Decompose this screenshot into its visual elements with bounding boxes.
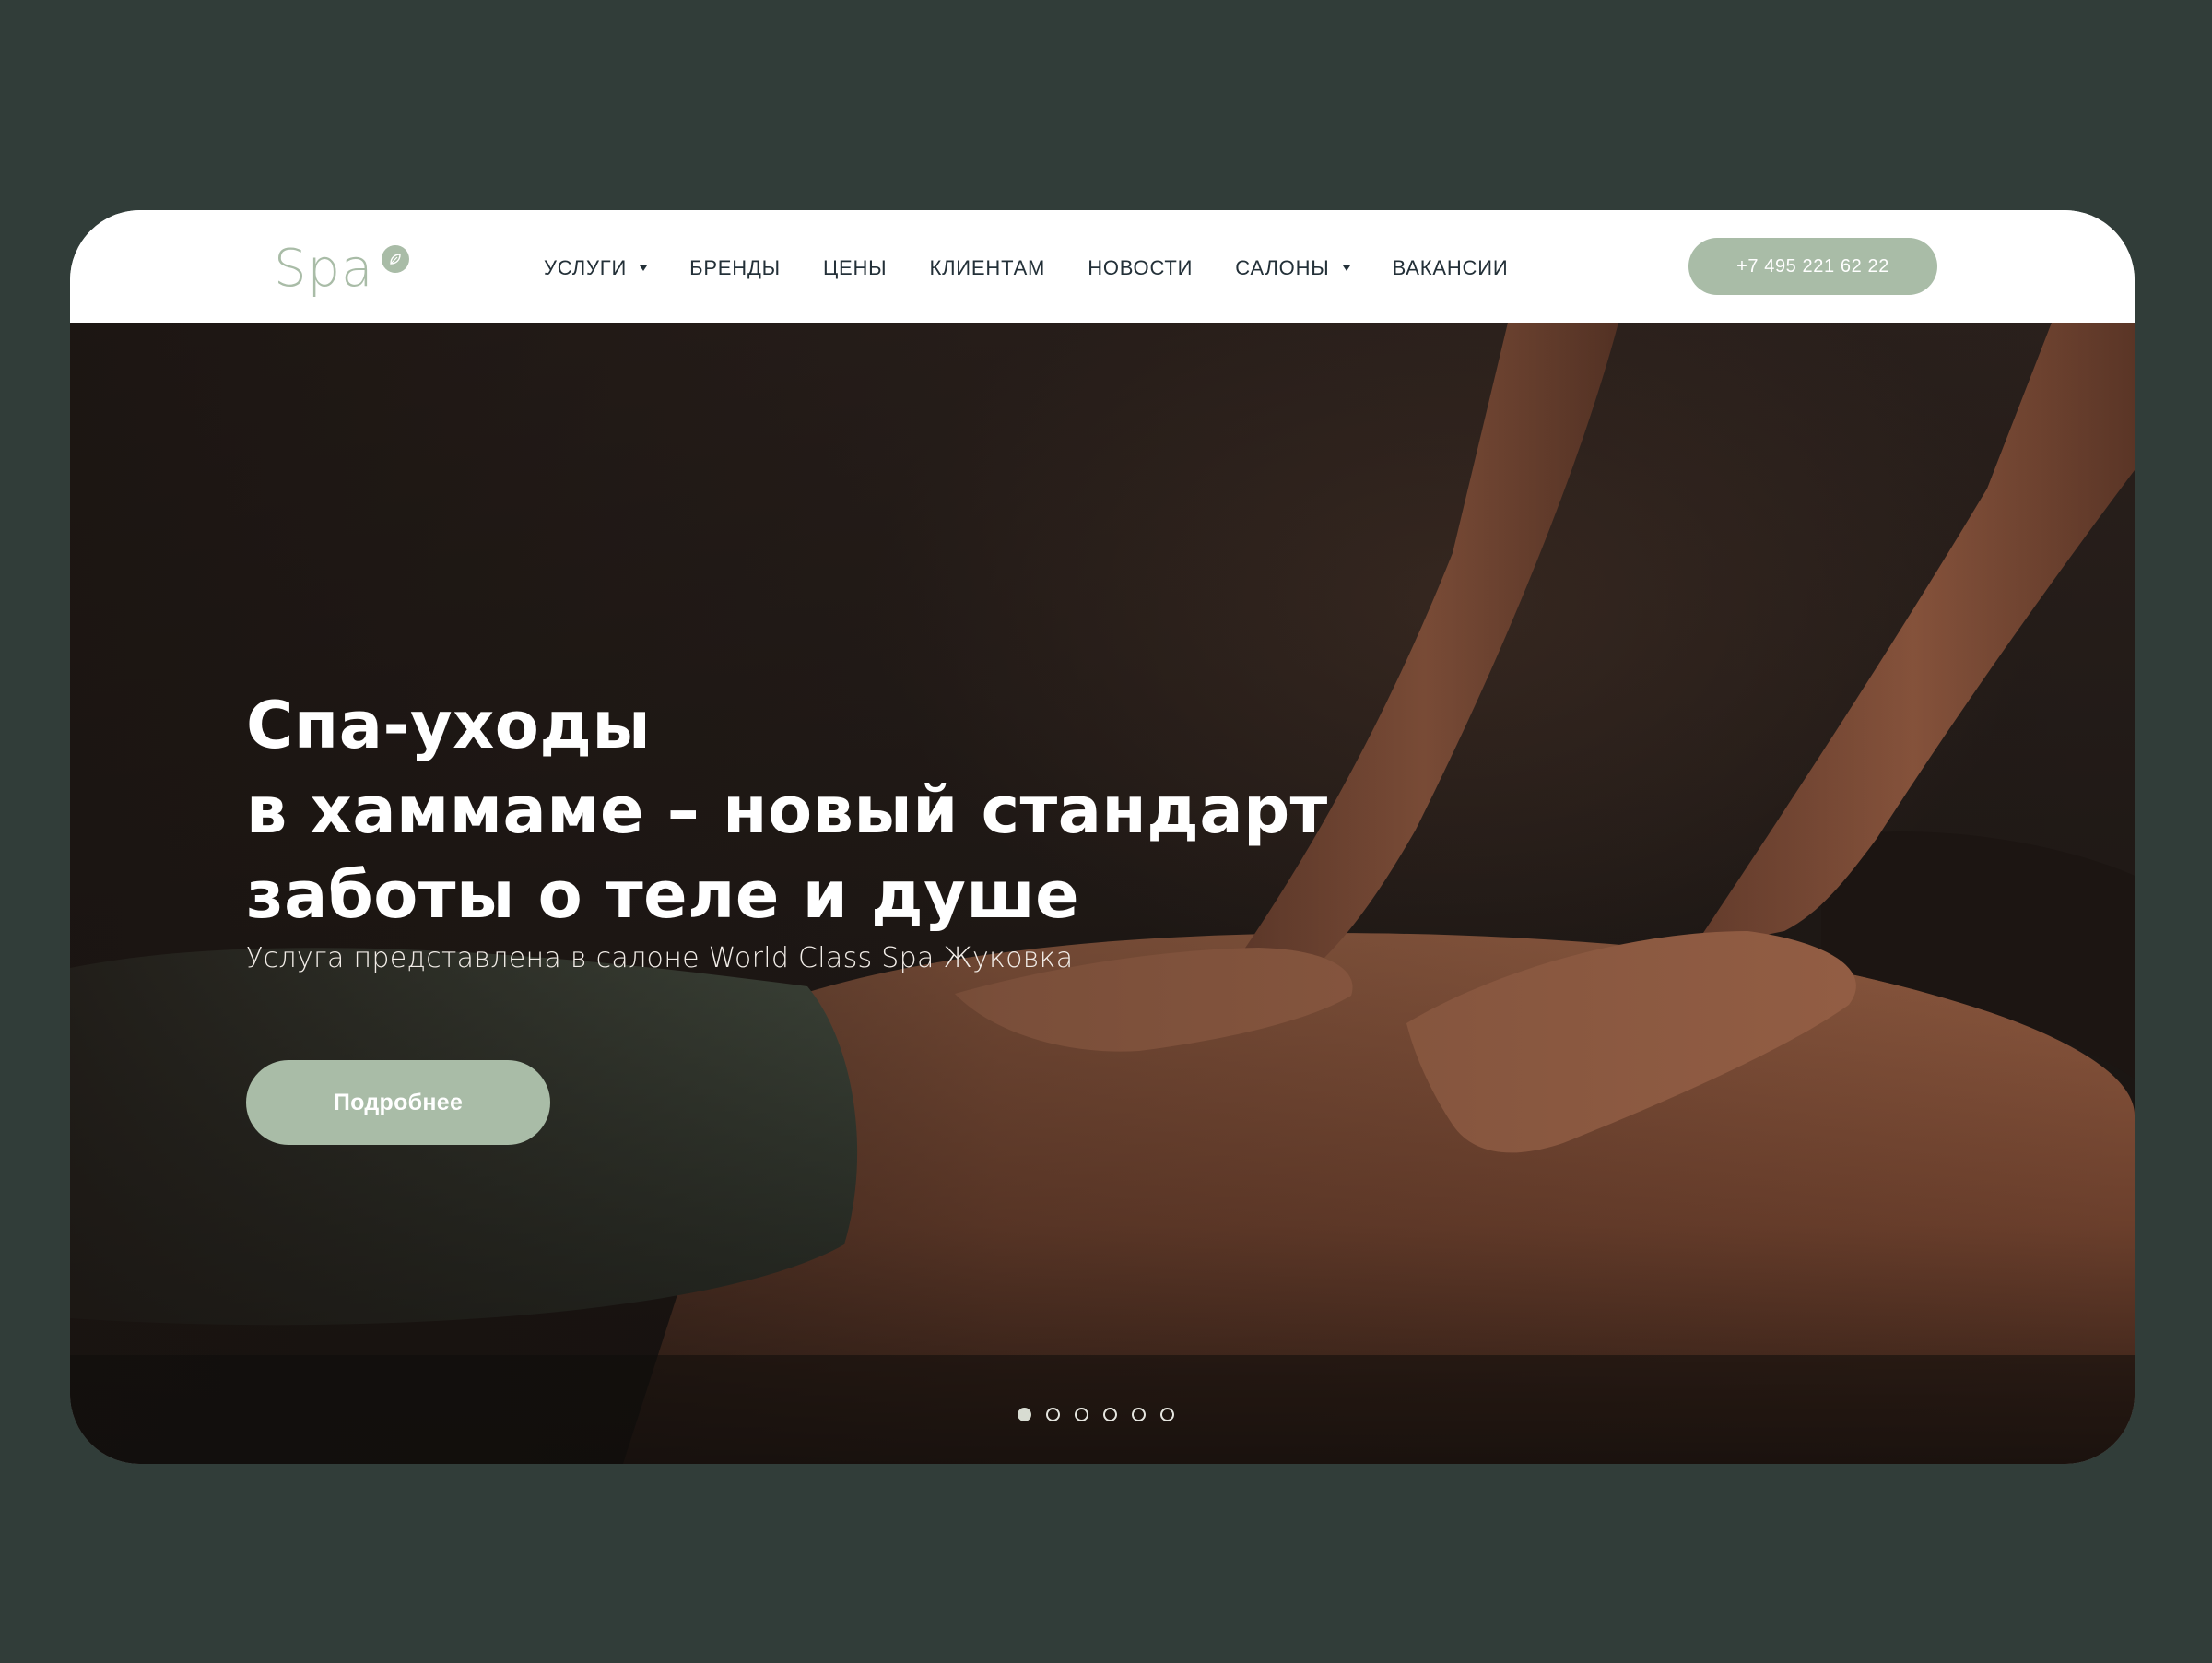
- nav-item-label: ЦЕНЫ: [822, 256, 888, 279]
- nav-item-brands[interactable]: БРЕНДЫ: [689, 256, 781, 280]
- nav-item-news[interactable]: НОВОСТИ: [1088, 256, 1193, 280]
- nav-item-services[interactable]: УСЛУГИ: [544, 256, 648, 280]
- logo[interactable]: Spa: [274, 232, 409, 306]
- nav-item-label: ВАКАНСИИ: [1392, 256, 1509, 279]
- hero-subtitle: Услуга представлена в салоне World Class…: [246, 942, 1074, 974]
- nav-item-label: БРЕНДЫ: [689, 256, 781, 279]
- nav-item-prices[interactable]: ЦЕНЫ: [823, 256, 888, 280]
- slider-dot[interactable]: [1132, 1408, 1146, 1421]
- nav-item-clients[interactable]: КЛИЕНТАМ: [929, 256, 1045, 280]
- slider-dot[interactable]: [1160, 1408, 1174, 1421]
- nav-item-salons[interactable]: САЛОНЫ: [1235, 256, 1350, 280]
- hero-title-line: в хаммаме – новый стандарт: [246, 772, 1328, 848]
- logo-text: Spa: [274, 239, 374, 299]
- nav-item-label: КЛИЕНТАМ: [929, 256, 1046, 279]
- slider-dot[interactable]: [1075, 1408, 1088, 1421]
- phone-button[interactable]: +7 495 221 62 22: [1688, 238, 1937, 295]
- nav-item-label: САЛОНЫ: [1235, 256, 1330, 279]
- browser-window: Spa УСЛУГИ БРЕНДЫ ЦЕНЫ КЛИЕНТАМ НОВОСТИ …: [70, 210, 2135, 1464]
- slider-dot[interactable]: [1103, 1408, 1117, 1421]
- site-header: Spa УСЛУГИ БРЕНДЫ ЦЕНЫ КЛИЕНТАМ НОВОСТИ …: [70, 210, 2135, 323]
- slider-dot[interactable]: [1046, 1408, 1060, 1421]
- hero-title-line: Спа-уходы: [246, 687, 652, 763]
- more-button[interactable]: Подробнее: [246, 1060, 550, 1145]
- caret-down-icon: [1342, 265, 1350, 271]
- slider-pagination: [1018, 1408, 1174, 1421]
- hero-slider: Спа-уходы в хаммаме – новый стандарт заб…: [70, 323, 2135, 1464]
- hero-title-line: заботы о теле и душе: [246, 856, 1080, 933]
- main-nav: УСЛУГИ БРЕНДЫ ЦЕНЫ КЛИЕНТАМ НОВОСТИ САЛО…: [544, 245, 1508, 291]
- logo-leaf-icon: [382, 245, 409, 273]
- hero-title: Спа-уходы в хаммаме – новый стандарт заб…: [246, 683, 1328, 938]
- nav-item-vacancies[interactable]: ВАКАНСИИ: [1393, 256, 1509, 280]
- slider-dot[interactable]: [1018, 1408, 1031, 1421]
- caret-down-icon: [640, 265, 648, 271]
- nav-item-label: УСЛУГИ: [544, 256, 628, 279]
- nav-item-label: НОВОСТИ: [1088, 256, 1194, 279]
